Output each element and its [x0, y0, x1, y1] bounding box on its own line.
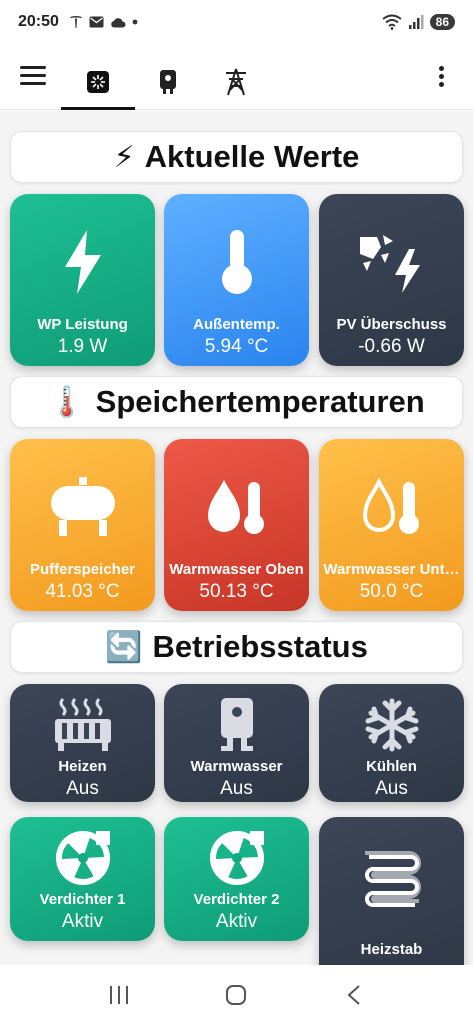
dashboard-content[interactable]: ⚡ Aktuelle Werte WP Leistung 1.9 W Außen… — [0, 111, 473, 965]
status-bar: 20:50 86 — [0, 0, 473, 44]
card-label: Heizen — [58, 758, 107, 775]
mail-icon — [89, 16, 104, 28]
home-icon — [226, 984, 247, 1005]
dot-icon — [132, 19, 138, 25]
card-value: 41.03 °C — [45, 581, 120, 602]
solar-power-icon — [359, 235, 420, 293]
card-label: Verdichter 2 — [193, 891, 280, 908]
card-label: Außentemp. — [193, 316, 280, 333]
card-warmwasser[interactable]: Warmwasser Aus — [164, 684, 309, 802]
card-warmwasser-oben[interactable]: Warmwasser Oben 50.13 °C — [164, 439, 309, 611]
tab-dashboard[interactable] — [61, 56, 135, 110]
section-title: Aktuelle Werte — [144, 139, 360, 174]
wifi-icon — [382, 14, 402, 30]
card-label: WP Leistung — [37, 316, 128, 333]
card-value: Aktiv — [215, 911, 258, 932]
card-label: Verdichter 1 — [39, 891, 126, 908]
card-wp-leistung[interactable]: WP Leistung 1.9 W — [10, 194, 155, 366]
battery-badge: 86 — [429, 14, 455, 30]
card-heizen[interactable]: Heizen Aus — [10, 684, 155, 802]
app-bar — [0, 44, 473, 110]
card-pv-ueberschuss[interactable]: PV Überschuss -0.66 W — [319, 194, 464, 366]
dashboard-icon — [87, 71, 109, 93]
more-options-icon[interactable] — [439, 66, 445, 90]
fan-icon — [55, 831, 110, 885]
back-icon — [347, 984, 360, 1005]
heat-pump-icon — [160, 70, 176, 94]
thermometer-emoji: 🌡️ — [48, 385, 86, 419]
tesla-icon — [69, 16, 82, 28]
card-value: Aus — [375, 778, 408, 799]
radiator-icon — [54, 697, 111, 751]
card-value: 50.0 °C — [359, 581, 424, 602]
card-value: Aus — [66, 778, 99, 799]
back-button[interactable] — [334, 975, 374, 1015]
recent-apps-button[interactable] — [99, 975, 139, 1015]
signal-icon — [408, 15, 424, 29]
card-value: -0.66 W — [358, 336, 425, 357]
card-value: 1.9 W — [57, 336, 108, 357]
card-label: Heizstab — [360, 941, 423, 958]
menu-icon[interactable] — [20, 66, 46, 86]
card-verdichter-1[interactable]: Verdichter 1 Aktiv — [10, 817, 155, 941]
section-header-storage: 🌡️ Speichertemperaturen — [10, 376, 463, 428]
card-label: Pufferspeicher — [29, 561, 136, 578]
card-value: Aktiv — [61, 911, 104, 932]
card-label: Warmwasser — [190, 758, 283, 775]
fan-icon — [209, 831, 264, 885]
card-heizstab[interactable]: Heizstab — [319, 817, 464, 965]
lightning-emoji: ⚡ — [113, 140, 135, 174]
card-value: Aus — [220, 778, 253, 799]
card-label: Kühlen — [366, 758, 417, 775]
card-warmwasser-unten[interactable]: Warmwasser Unt… 50.0 °C — [319, 439, 464, 611]
card-aussentemp[interactable]: Außentemp. 5.94 °C — [164, 194, 309, 366]
section-title: Betriebsstatus — [152, 629, 368, 664]
home-button[interactable] — [216, 975, 256, 1015]
heating-coil-icon — [364, 851, 421, 907]
tab-power-grid[interactable] — [203, 56, 269, 108]
thermometer-icon — [221, 230, 252, 294]
section-header-status: 🔄 Betriebsstatus — [10, 621, 463, 673]
clock: 20:50 — [18, 13, 59, 30]
lightning-icon — [64, 230, 101, 294]
card-label: Warmwasser Unt… — [323, 561, 460, 578]
refresh-emoji: 🔄 — [105, 630, 143, 664]
card-value: 50.13 °C — [199, 581, 274, 602]
cloud-icon — [111, 17, 126, 27]
power-tower-icon — [226, 68, 246, 96]
water-temp-icon — [207, 480, 264, 534]
snowflake-icon — [365, 698, 418, 752]
water-boiler-icon — [220, 698, 253, 751]
recent-apps-icon — [109, 985, 128, 1004]
card-pufferspeicher[interactable]: Pufferspeicher 41.03 °C — [10, 439, 155, 611]
system-nav-bar — [0, 965, 473, 1024]
tab-heat-pump[interactable] — [135, 56, 201, 108]
card-label: Warmwasser Oben — [169, 561, 304, 578]
water-temp-outline-icon — [362, 477, 419, 534]
section-title: Speichertemperaturen — [95, 384, 425, 419]
card-verdichter-2[interactable]: Verdichter 2 Aktiv — [164, 817, 309, 941]
section-header-current: ⚡ Aktuelle Werte — [10, 131, 463, 183]
card-kuehlen[interactable]: Kühlen Aus — [319, 684, 464, 802]
tank-icon — [50, 477, 115, 536]
card-label: PV Überschuss — [336, 316, 447, 333]
card-value: 5.94 °C — [204, 336, 269, 357]
